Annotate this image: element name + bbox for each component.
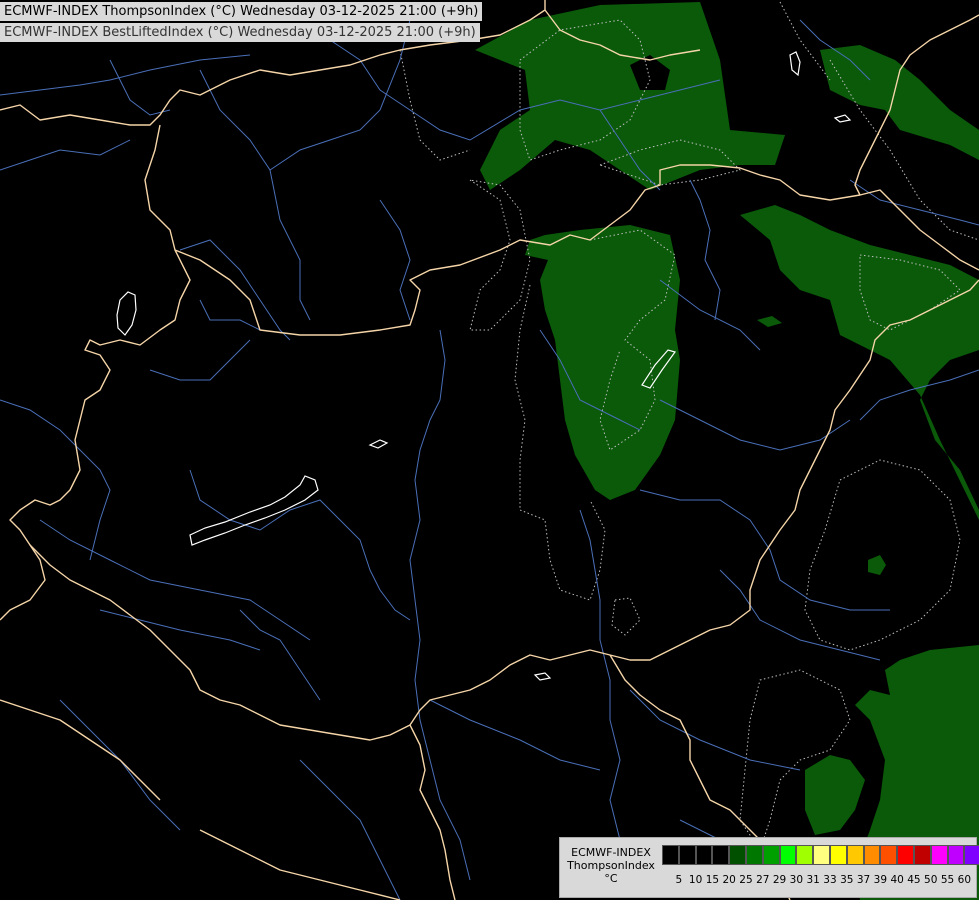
legend-tick-label: 20 [722,874,736,886]
map-title-primary: ECMWF-INDEX ThompsonIndex (°C) Wednesday… [0,2,483,21]
legend-tick-label: 10 [688,874,703,886]
legend-tick-label: 33 [823,874,837,886]
legend-tick-label: 55 [940,874,955,886]
legend-ticks: 5 10 15 20 25 27 29 30 31 33 35 37 39 40 45 50 55 60 [662,874,973,886]
legend-tick-label: 37 [856,874,871,886]
legend-swatch [964,845,979,865]
green-blob-2 [757,316,782,327]
legend-tick-label: 25 [739,874,753,886]
legend-swatch [695,845,713,865]
legend-swatch [729,845,746,865]
legend-model: ECMWF-INDEX [571,846,651,859]
legend-tick-label: 5 [675,874,683,886]
legend-swatch [662,845,679,865]
legend-swatch [745,845,763,865]
green-shaded-areas [475,2,979,900]
legend-tick-label: 39 [873,874,888,886]
green-area-south-small [805,755,865,835]
weather-map [0,0,979,900]
legend-swatch [897,845,914,865]
lake-small-2 [789,51,801,77]
legend-swatch [796,845,814,865]
legend-swatch [846,845,864,865]
legend-unit: °C [604,872,618,885]
legend-swatch [930,845,948,865]
green-area-east [740,205,979,520]
legend-tick-label: 45 [907,874,921,886]
lake-small-1 [368,439,389,449]
legend-tick-label: 31 [806,874,820,886]
lake-balaton [189,475,319,546]
lake-neusiedl [116,291,137,336]
lake-small-5 [533,672,552,681]
green-area-northeast [820,45,979,160]
legend-tick-label: 35 [840,874,854,886]
legend-tick-label: 50 [924,874,938,886]
legend-swatch [880,845,898,865]
map-title-secondary: ECMWF-INDEX BestLiftedIndex (°C) Wednesd… [0,23,480,42]
legend-tick-spacer [662,874,670,886]
legend-label: ECMWF-INDEX ThompsonIndex °C [564,846,658,885]
legend-tick-label: 27 [756,874,770,886]
legend-swatch [863,845,881,865]
legend-swatch [829,845,847,865]
legend-tick-label: 60 [957,874,972,886]
legend-swatch [762,845,780,865]
green-blob-1 [868,555,886,575]
lake-small-3 [833,114,852,123]
legend-swatch [947,845,965,865]
legend-tick-label: 30 [789,874,804,886]
legend-swatch [678,845,696,865]
legend-parameter: ThompsonIndex [567,859,655,872]
legend-swatch [779,845,797,865]
color-legend: ECMWF-INDEX ThompsonIndex °C 5 10 15 20 25 27… [559,837,979,898]
legend-tick-label: 29 [772,874,787,886]
legend-swatch [913,845,931,865]
legend-tick-label: 15 [705,874,720,886]
legend-swatch [712,845,730,865]
legend-swatches [662,845,979,865]
legend-tick-label: 40 [890,874,904,886]
legend-swatch [813,845,830,865]
